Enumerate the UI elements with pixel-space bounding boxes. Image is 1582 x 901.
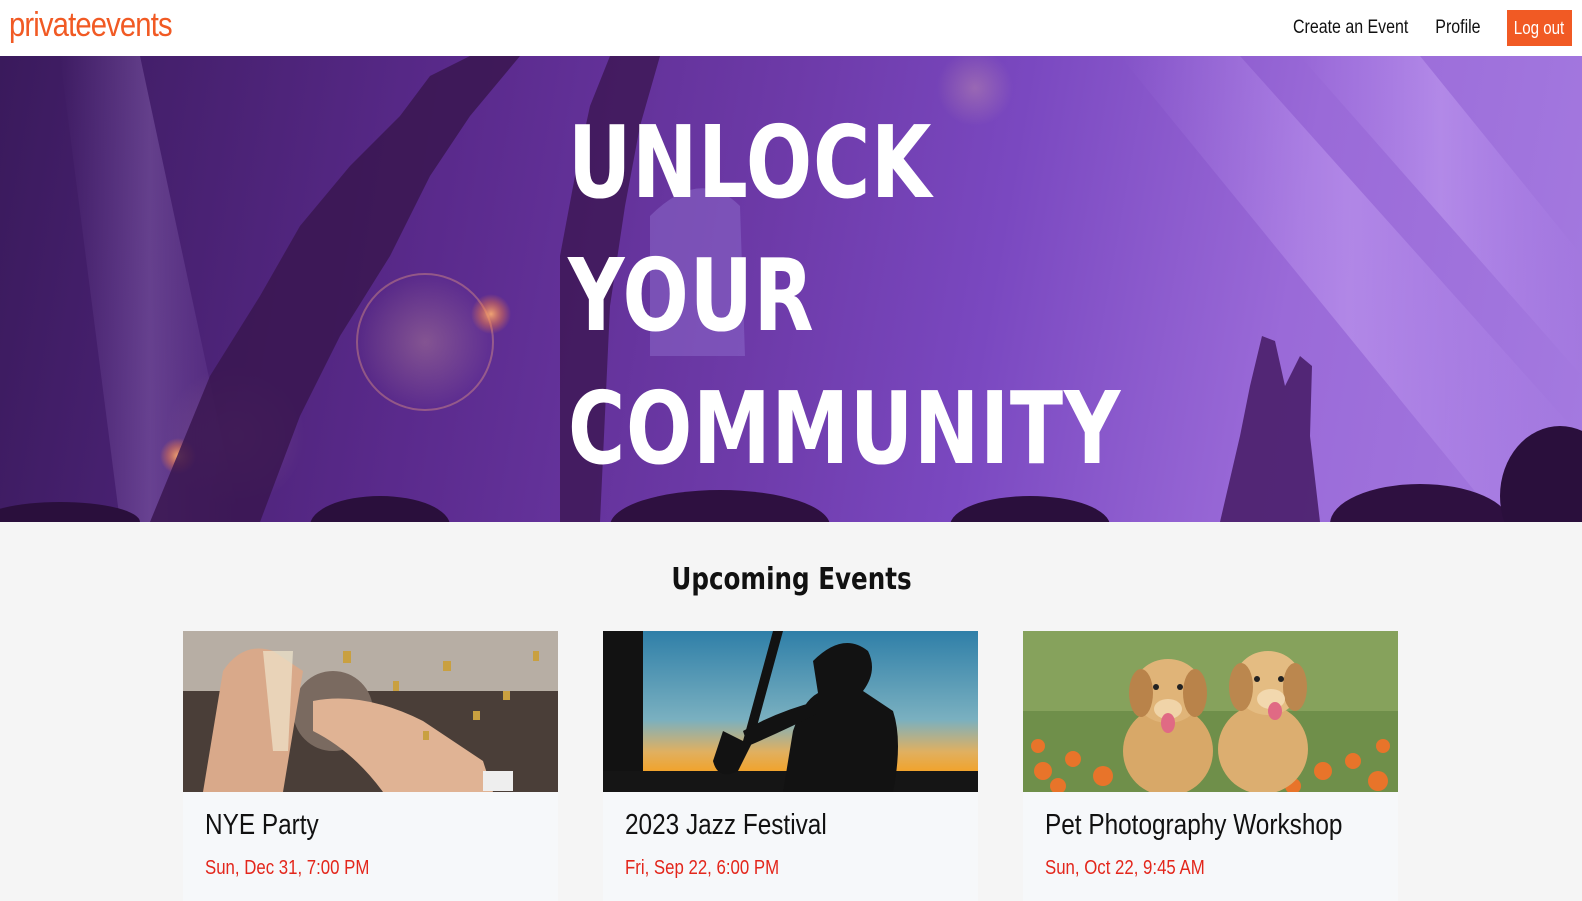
event-image-puppies bbox=[1023, 631, 1398, 792]
hero-banner: UNLOCK YOUR COMMUNITY bbox=[0, 56, 1582, 522]
event-title: Pet Photography Workshop bbox=[1045, 809, 1343, 841]
hero-line-2: YOUR bbox=[568, 237, 815, 354]
event-date: Sun, Dec 31, 7:00 PM bbox=[205, 857, 370, 879]
event-date: Fri, Sep 22, 6:00 PM bbox=[625, 857, 780, 879]
profile-link[interactable]: Profile bbox=[1435, 17, 1480, 39]
brand-logo-link[interactable]: privateevents bbox=[9, 6, 173, 45]
event-title: NYE Party bbox=[205, 809, 319, 841]
event-card-pet-photography[interactable]: Pet Photography Workshop Sun, Oct 22, 9:… bbox=[1023, 631, 1398, 901]
hero-line-3: COMMUNITY bbox=[568, 370, 1122, 487]
event-card-jazz-festival[interactable]: 2023 Jazz Festival Fri, Sep 22, 6:00 PM bbox=[603, 631, 978, 901]
hero-line-1: UNLOCK bbox=[568, 104, 933, 221]
event-image-party bbox=[183, 631, 558, 792]
create-event-link[interactable]: Create an Event bbox=[1293, 17, 1408, 39]
event-title: 2023 Jazz Festival bbox=[625, 809, 827, 841]
logout-button[interactable]: Log out bbox=[1507, 10, 1572, 46]
logout-button-label: Log out bbox=[1514, 17, 1565, 38]
upcoming-events-heading: Upcoming Events bbox=[0, 562, 1582, 597]
event-card-nye-party[interactable]: NYE Party Sun, Dec 31, 7:00 PM bbox=[183, 631, 558, 901]
upcoming-events-heading-text: Upcoming Events bbox=[670, 562, 912, 597]
nav-links: Create an Event Profile Log out bbox=[1274, 10, 1572, 46]
event-date: Sun, Oct 22, 9:45 AM bbox=[1045, 857, 1205, 879]
top-navbar: privateevents Create an Event Profile Lo… bbox=[0, 0, 1582, 56]
hero-headline: UNLOCK YOUR COMMUNITY bbox=[568, 96, 1121, 495]
event-image-jazz bbox=[603, 631, 978, 792]
